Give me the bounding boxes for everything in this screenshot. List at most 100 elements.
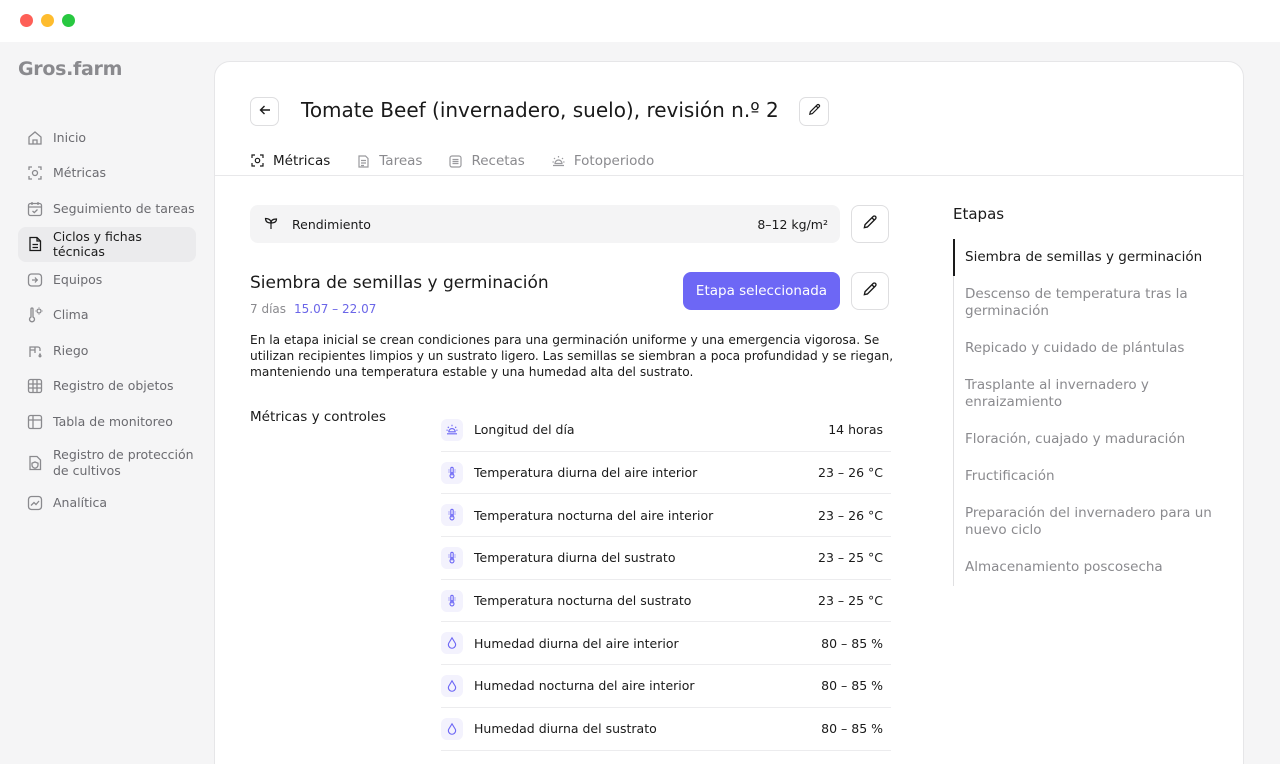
thermometer-icon <box>441 461 463 484</box>
stage-item-floracion[interactable]: Floración, cuajado y maduración <box>954 421 1213 458</box>
sidebar-item-seguimiento[interactable]: Seguimiento de tareas <box>18 191 196 227</box>
metric-row: Temperatura nocturna del aire interior 2… <box>441 494 891 538</box>
metric-row: Temperatura diurna del aire interior 23 … <box>441 452 891 495</box>
metric-value: 23 – 25 °C <box>818 550 883 566</box>
sidebar-item-label: Analítica <box>53 495 107 511</box>
shield-doc-icon <box>26 454 44 472</box>
metric-label: Temperatura diurna del aire interior <box>474 465 698 481</box>
sidebar-item-registro-objetos[interactable]: Registro de objetos <box>18 369 196 405</box>
stage-duration: 7 días <box>250 302 287 316</box>
sidebar-item-label: Tabla de monitoreo <box>53 413 173 429</box>
edit-stage-button[interactable] <box>851 272 889 310</box>
sidebar-item-label: Métricas <box>53 165 107 181</box>
edit-yield-button[interactable] <box>851 205 889 243</box>
sidebar-item-riego[interactable]: Riego <box>18 333 196 369</box>
stage-item-siembra[interactable]: Siembra de semillas y germinación <box>952 239 1214 276</box>
irrigation-icon <box>26 342 44 360</box>
tab-label: Recetas <box>471 153 525 169</box>
home-icon <box>26 129 44 147</box>
maximize-window-button[interactable] <box>62 14 75 27</box>
metric-value: 23 – 26 °C <box>818 507 883 523</box>
tab-metricas[interactable]: Métricas <box>250 146 331 176</box>
stage-meta: 7 días 15.07 – 22.07 <box>250 302 376 316</box>
minimize-window-button[interactable] <box>41 14 54 27</box>
sidebar-item-analitica[interactable]: Analítica <box>18 486 196 522</box>
stage-item-descenso[interactable]: Descenso de temperatura tras la germinac… <box>954 276 1213 330</box>
sidebar-item-label: Registro de protección de cultivos <box>53 446 194 478</box>
stage-item-fructificacion[interactable]: Fructificación <box>954 458 1213 495</box>
sidebar-item-inicio[interactable]: Inicio <box>18 120 196 156</box>
yield-label: Rendimiento <box>292 216 371 232</box>
sun-icon <box>551 154 566 169</box>
sidebar-item-label: Seguimiento de tareas <box>53 200 195 216</box>
metric-value: 23 – 25 °C <box>818 593 883 609</box>
sidebar-item-label: Clima <box>53 307 89 323</box>
sidebar-item-ciclos[interactable]: Ciclos y fichas técnicas <box>18 226 196 262</box>
droplet-icon <box>441 717 463 740</box>
close-window-button[interactable] <box>20 14 33 27</box>
sidebar: Inicio Métricas Seguimiento de tareas Ci… <box>18 120 196 521</box>
stage-item-repicado[interactable]: Repicado y cuidado de plántulas <box>954 330 1213 367</box>
stage-dates: 15.07 – 22.07 <box>294 302 377 316</box>
sidebar-item-proteccion-cultivos[interactable]: Registro de protección de cultivos <box>18 440 196 486</box>
metric-label: Temperatura nocturna del sustrato <box>474 593 692 609</box>
metrics-icon <box>250 153 265 168</box>
metrics-icon <box>26 164 44 182</box>
tab-tareas[interactable]: Tareas <box>356 146 422 176</box>
metric-value: 14 horas <box>828 422 883 438</box>
metric-row: Humedad diurna del sustrato 80 – 85 % <box>441 708 891 751</box>
metric-row: Humedad diurna del aire interior 80 – 85… <box>441 622 891 666</box>
tab-label: Métricas <box>273 152 331 169</box>
app-logo[interactable]: Gros.farm <box>18 58 122 80</box>
sidebar-item-label: Riego <box>53 342 89 358</box>
main-panel: Tomate Beef (invernadero, suelo), revisi… <box>214 61 1244 764</box>
metric-row: Temperatura diurna del sustrato 23 – 25 … <box>441 537 891 580</box>
metric-value: 80 – 85 % <box>821 678 883 694</box>
tab-label: Tareas <box>379 153 423 169</box>
stages-list: Siembra de semillas y germinación Descen… <box>952 239 1214 586</box>
metrics-list: Longitud del día 14 horas Temperatura di… <box>441 409 891 751</box>
metric-value: 80 – 85 % <box>821 635 883 651</box>
metric-value: 80 – 85 % <box>821 721 883 737</box>
stage-description: En la etapa inicial se crean condiciones… <box>250 333 894 380</box>
metric-row: Humedad nocturna del aire interior 80 – … <box>441 665 891 708</box>
yield-value: 8–12 kg/m² <box>757 216 828 232</box>
droplet-icon <box>441 674 463 697</box>
thermometer-icon <box>441 546 463 569</box>
tab-recetas[interactable]: Recetas <box>448 146 525 176</box>
sidebar-item-label: Inicio <box>53 129 87 145</box>
sidebar-item-metricas[interactable]: Métricas <box>18 156 196 192</box>
tab-fotoperiodo[interactable]: Fotoperiodo <box>551 146 654 176</box>
edit-title-button[interactable] <box>799 97 829 126</box>
sidebar-item-equipos[interactable]: Equipos <box>18 262 196 298</box>
tasks-icon <box>356 154 371 169</box>
sprout-icon <box>262 215 280 233</box>
metric-row: Temperatura nocturna del sustrato 23 – 2… <box>441 580 891 623</box>
metric-value: 23 – 26 °C <box>818 465 883 481</box>
stage-item-almacenamiento[interactable]: Almacenamiento poscosecha <box>954 549 1213 586</box>
sidebar-item-label: Registro de objetos <box>53 378 174 394</box>
metric-row: Longitud del día 14 horas <box>441 409 891 452</box>
sidebar-item-tabla-monitoreo[interactable]: Tabla de monitoreo <box>18 404 196 440</box>
stages-title: Etapas <box>953 205 1005 223</box>
tab-bar: Métricas Tareas Recetas Fotoperiodo <box>250 146 680 176</box>
metric-label: Humedad diurna del aire interior <box>474 635 679 651</box>
selected-stage-button[interactable]: Etapa seleccionada <box>683 272 840 310</box>
table-icon <box>26 413 44 431</box>
calendar-check-icon <box>26 200 44 218</box>
stage-item-trasplante[interactable]: Trasplante al invernadero y enraizamient… <box>954 367 1213 421</box>
back-button[interactable] <box>250 97 279 126</box>
sidebar-item-clima[interactable]: Clima <box>18 298 196 334</box>
sidebar-item-label: Ciclos y fichas técnicas <box>53 228 142 260</box>
grid-icon <box>26 377 44 395</box>
tab-label: Fotoperiodo <box>573 153 655 169</box>
metric-label: Temperatura diurna del sustrato <box>474 550 676 566</box>
arrow-left-icon <box>258 102 272 121</box>
equipment-icon <box>26 271 44 289</box>
stage-item-preparacion[interactable]: Preparación del invernadero para un nuev… <box>954 495 1213 549</box>
page-title: Tomate Beef (invernadero, suelo), revisi… <box>301 98 779 122</box>
metric-label: Temperatura nocturna del aire interior <box>474 507 714 523</box>
thermometer-icon <box>441 589 463 612</box>
window-titlebar <box>0 0 1280 42</box>
document-icon <box>26 235 44 253</box>
